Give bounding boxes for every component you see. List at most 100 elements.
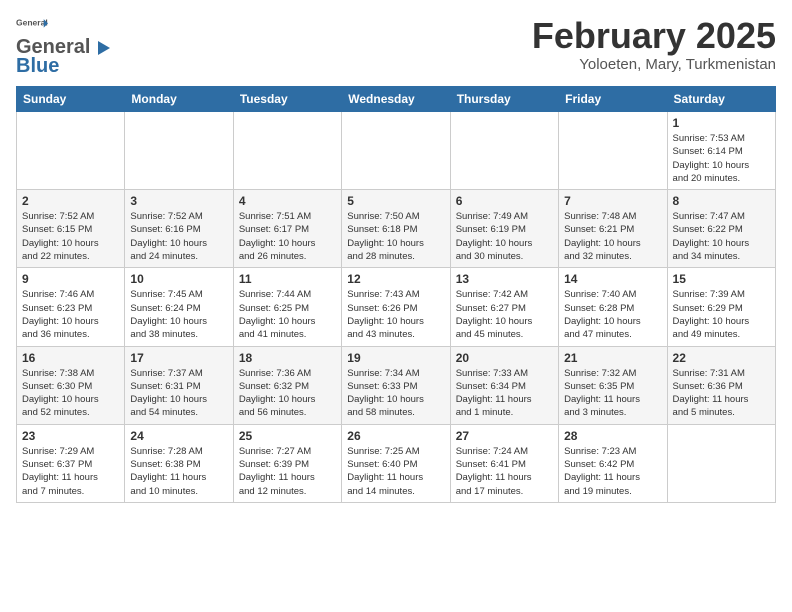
day-info: Sunrise: 7:33 AM Sunset: 6:34 PM Dayligh…: [456, 367, 553, 420]
day-number: 17: [130, 351, 227, 365]
day-info: Sunrise: 7:42 AM Sunset: 6:27 PM Dayligh…: [456, 288, 553, 341]
day-info: Sunrise: 7:23 AM Sunset: 6:42 PM Dayligh…: [564, 445, 661, 498]
day-info: Sunrise: 7:50 AM Sunset: 6:18 PM Dayligh…: [347, 210, 444, 263]
day-info: Sunrise: 7:47 AM Sunset: 6:22 PM Dayligh…: [673, 210, 770, 263]
calendar-day-cell: 24Sunrise: 7:28 AM Sunset: 6:38 PM Dayli…: [125, 424, 233, 502]
calendar-day-cell: [233, 112, 341, 190]
calendar-day-cell: 18 Sunrise: 7:36 AM Sunset: 6:32 PM Dayli…: [233, 346, 341, 424]
calendar-day-cell: 27 Sunrise: 7:24 AM Sunset: 6:41 PM Dayli…: [450, 424, 558, 502]
calendar-table: SundayMondayTuesdayWednesdayThursdayFrid…: [16, 86, 776, 503]
calendar-day-cell: 14 Sunrise: 7:40 AM Sunset: 6:28 PM Dayli…: [559, 268, 667, 346]
calendar-week-row: 16Sunrise: 7:38 AM Sunset: 6:30 PM Dayli…: [17, 346, 776, 424]
day-number: 20: [456, 351, 553, 365]
calendar-day-cell: 25 Sunrise: 7:27 AM Sunset: 6:39 PM Dayli…: [233, 424, 341, 502]
day-info: Sunrise: 7:24 AM Sunset: 6:41 PM Dayligh…: [456, 445, 553, 498]
day-number: 3: [130, 194, 227, 208]
day-number: 22: [673, 351, 770, 365]
logo-arrow-icon: [92, 37, 114, 59]
weekday-header: Wednesday: [342, 87, 450, 112]
day-info: Sunrise: 7:49 AM Sunset: 6:19 PM Dayligh…: [456, 210, 553, 263]
calendar-day-cell: 16Sunrise: 7:38 AM Sunset: 6:30 PM Dayli…: [17, 346, 125, 424]
day-info: Sunrise: 7:31 AM Sunset: 6:36 PM Dayligh…: [673, 367, 770, 420]
day-number: 23: [22, 429, 119, 443]
day-info: Sunrise: 7:28 AM Sunset: 6:38 PM Dayligh…: [130, 445, 227, 498]
day-number: 8: [673, 194, 770, 208]
calendar-day-cell: 20 Sunrise: 7:33 AM Sunset: 6:34 PM Dayli…: [450, 346, 558, 424]
calendar-day-cell: 17 Sunrise: 7:37 AM Sunset: 6:31 PM Dayli…: [125, 346, 233, 424]
day-info: Sunrise: 7:37 AM Sunset: 6:31 PM Dayligh…: [130, 367, 227, 420]
day-info: Sunrise: 7:29 AM Sunset: 6:37 PM Dayligh…: [22, 445, 119, 498]
day-info: Sunrise: 7:34 AM Sunset: 6:33 PM Dayligh…: [347, 367, 444, 420]
calendar-day-cell: 5 Sunrise: 7:50 AM Sunset: 6:18 PM Daylig…: [342, 190, 450, 268]
calendar-week-row: 2 Sunrise: 7:52 AM Sunset: 6:15 PM Daylig…: [17, 190, 776, 268]
day-number: 25: [239, 429, 336, 443]
day-number: 2: [22, 194, 119, 208]
logo-icon: General: [16, 16, 48, 34]
calendar-week-row: 9 Sunrise: 7:46 AM Sunset: 6:23 PM Daylig…: [17, 268, 776, 346]
day-number: 19: [347, 351, 444, 365]
day-number: 6: [456, 194, 553, 208]
day-number: 26: [347, 429, 444, 443]
day-number: 27: [456, 429, 553, 443]
weekday-header: Sunday: [17, 87, 125, 112]
day-info: Sunrise: 7:46 AM Sunset: 6:23 PM Dayligh…: [22, 288, 119, 341]
day-number: 11: [239, 272, 336, 286]
calendar-day-cell: 10 Sunrise: 7:45 AM Sunset: 6:24 PM Dayli…: [125, 268, 233, 346]
day-info: Sunrise: 7:25 AM Sunset: 6:40 PM Dayligh…: [347, 445, 444, 498]
day-number: 18: [239, 351, 336, 365]
calendar-day-cell: 12 Sunrise: 7:43 AM Sunset: 6:26 PM Dayli…: [342, 268, 450, 346]
day-info: Sunrise: 7:53 AM Sunset: 6:14 PM Dayligh…: [673, 132, 770, 185]
calendar-day-cell: [559, 112, 667, 190]
svg-text:General: General: [16, 18, 48, 28]
calendar-day-cell: 23 Sunrise: 7:29 AM Sunset: 6:37 PM Dayli…: [17, 424, 125, 502]
calendar-week-row: 1Sunrise: 7:53 AM Sunset: 6:14 PM Daylig…: [17, 112, 776, 190]
weekday-header: Monday: [125, 87, 233, 112]
calendar-day-cell: 4 Sunrise: 7:51 AM Sunset: 6:17 PM Daylig…: [233, 190, 341, 268]
day-number: 5: [347, 194, 444, 208]
calendar-day-cell: [17, 112, 125, 190]
calendar-day-cell: 28 Sunrise: 7:23 AM Sunset: 6:42 PM Dayli…: [559, 424, 667, 502]
day-number: 12: [347, 272, 444, 286]
month-title: February 2025: [532, 16, 776, 56]
day-number: 9: [22, 272, 119, 286]
calendar-day-cell: 19 Sunrise: 7:34 AM Sunset: 6:33 PM Dayli…: [342, 346, 450, 424]
calendar-day-cell: 3Sunrise: 7:52 AM Sunset: 6:16 PM Daylig…: [125, 190, 233, 268]
weekday-header: Thursday: [450, 87, 558, 112]
logo: General General Blue: [16, 16, 114, 78]
day-number: 7: [564, 194, 661, 208]
calendar-day-cell: [450, 112, 558, 190]
day-number: 14: [564, 272, 661, 286]
location-title: Yoloeten, Mary, Turkmenistan: [532, 56, 776, 73]
calendar-day-cell: 9 Sunrise: 7:46 AM Sunset: 6:23 PM Daylig…: [17, 268, 125, 346]
day-info: Sunrise: 7:32 AM Sunset: 6:35 PM Dayligh…: [564, 367, 661, 420]
logo-blue: Blue: [16, 55, 59, 78]
calendar-day-cell: 8 Sunrise: 7:47 AM Sunset: 6:22 PM Daylig…: [667, 190, 775, 268]
day-number: 15: [673, 272, 770, 286]
day-info: Sunrise: 7:38 AM Sunset: 6:30 PM Dayligh…: [22, 367, 119, 420]
weekday-header: Saturday: [667, 87, 775, 112]
day-info: Sunrise: 7:36 AM Sunset: 6:32 PM Dayligh…: [239, 367, 336, 420]
day-info: Sunrise: 7:48 AM Sunset: 6:21 PM Dayligh…: [564, 210, 661, 263]
calendar-day-cell: 6 Sunrise: 7:49 AM Sunset: 6:19 PM Daylig…: [450, 190, 558, 268]
day-number: 10: [130, 272, 227, 286]
calendar-header-row: SundayMondayTuesdayWednesdayThursdayFrid…: [17, 87, 776, 112]
calendar-day-cell: [667, 424, 775, 502]
calendar-day-cell: [342, 112, 450, 190]
day-info: Sunrise: 7:27 AM Sunset: 6:39 PM Dayligh…: [239, 445, 336, 498]
day-info: Sunrise: 7:45 AM Sunset: 6:24 PM Dayligh…: [130, 288, 227, 341]
day-info: Sunrise: 7:52 AM Sunset: 6:15 PM Dayligh…: [22, 210, 119, 263]
day-number: 4: [239, 194, 336, 208]
calendar-day-cell: [125, 112, 233, 190]
day-number: 21: [564, 351, 661, 365]
calendar-day-cell: 26 Sunrise: 7:25 AM Sunset: 6:40 PM Dayli…: [342, 424, 450, 502]
calendar-day-cell: 15Sunrise: 7:39 AM Sunset: 6:29 PM Dayli…: [667, 268, 775, 346]
day-info: Sunrise: 7:51 AM Sunset: 6:17 PM Dayligh…: [239, 210, 336, 263]
calendar-day-cell: 22 Sunrise: 7:31 AM Sunset: 6:36 PM Dayli…: [667, 346, 775, 424]
day-number: 28: [564, 429, 661, 443]
weekday-header: Friday: [559, 87, 667, 112]
calendar-day-cell: 2 Sunrise: 7:52 AM Sunset: 6:15 PM Daylig…: [17, 190, 125, 268]
day-info: Sunrise: 7:40 AM Sunset: 6:28 PM Dayligh…: [564, 288, 661, 341]
calendar-day-cell: 1Sunrise: 7:53 AM Sunset: 6:14 PM Daylig…: [667, 112, 775, 190]
day-info: Sunrise: 7:43 AM Sunset: 6:26 PM Dayligh…: [347, 288, 444, 341]
day-info: Sunrise: 7:44 AM Sunset: 6:25 PM Dayligh…: [239, 288, 336, 341]
